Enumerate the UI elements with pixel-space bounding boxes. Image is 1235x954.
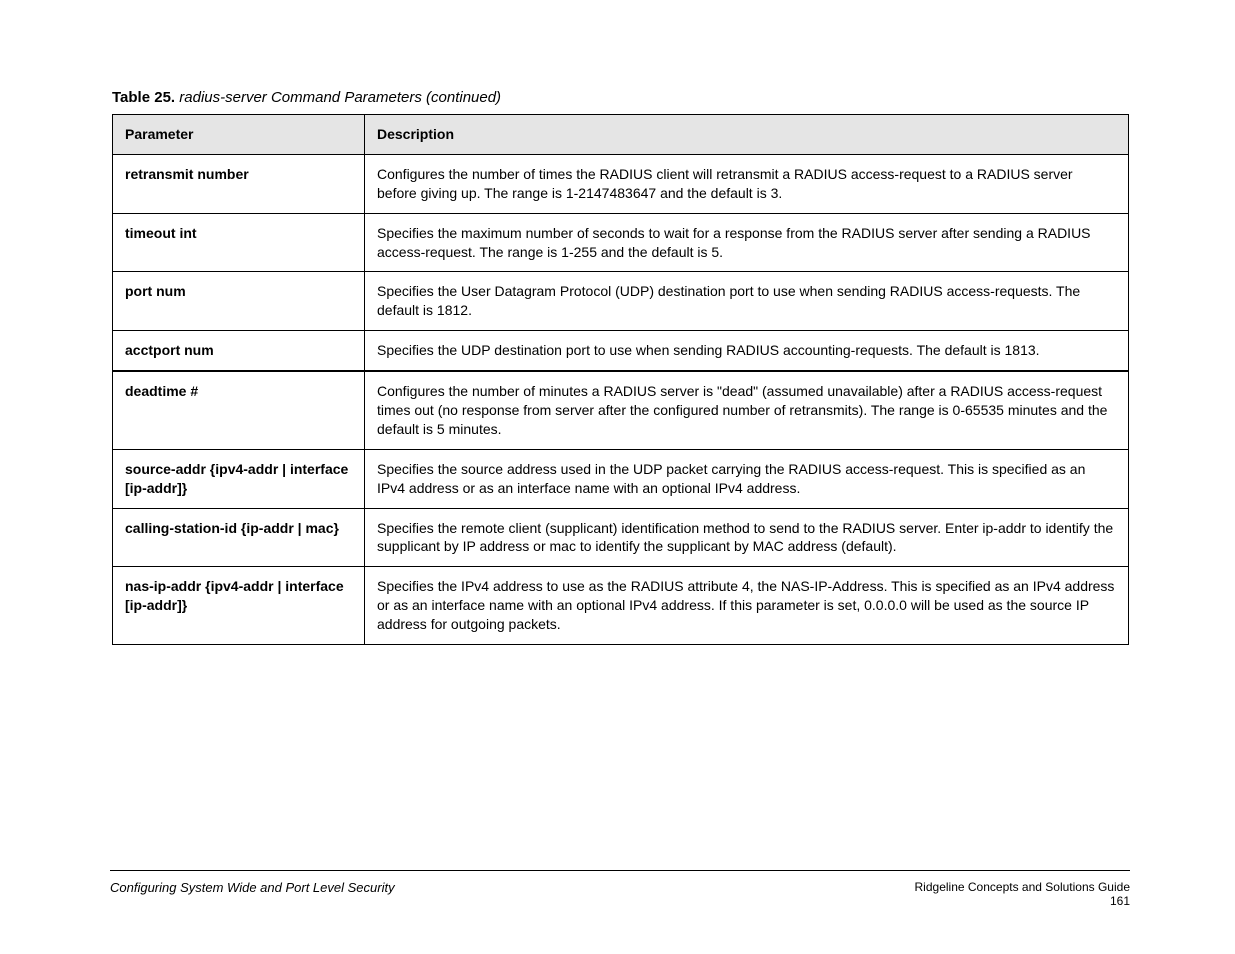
footer-page-number: 161: [915, 894, 1130, 908]
cell-param: port num: [113, 272, 365, 331]
cell-desc: Specifies the UDP destination port to us…: [365, 331, 1129, 371]
table-row: port num Specifies the User Datagram Pro…: [113, 272, 1129, 331]
cell-param: timeout int: [113, 213, 365, 272]
table-row: timeout int Specifies the maximum number…: [113, 213, 1129, 272]
cell-param: source-addr {ipv4-addr | interface [ip-a…: [113, 449, 365, 508]
cell-desc: Configures the number of times the RADIU…: [365, 154, 1129, 213]
col-header-description: Description: [365, 115, 1129, 155]
cell-param: retransmit number: [113, 154, 365, 213]
parameters-table: Parameter Description retransmit number …: [112, 114, 1129, 645]
footer-section-title: Configuring System Wide and Port Level S…: [110, 880, 395, 895]
cell-desc: Configures the number of minutes a RADIU…: [365, 371, 1129, 449]
table-row: calling-station-id {ip-addr | mac} Speci…: [113, 508, 1129, 567]
cell-desc: Specifies the maximum number of seconds …: [365, 213, 1129, 272]
page: Table 25. radius-server Command Paramete…: [0, 0, 1235, 954]
table-row: source-addr {ipv4-addr | interface [ip-a…: [113, 449, 1129, 508]
table-row: deadtime # Configures the number of minu…: [113, 371, 1129, 449]
table-row: nas-ip-addr {ipv4-addr | interface [ip-a…: [113, 567, 1129, 645]
footer-right-block: Ridgeline Concepts and Solutions Guide 1…: [915, 880, 1130, 908]
cell-desc: Specifies the remote client (supplicant)…: [365, 508, 1129, 567]
table-caption: Table 25. radius-server Command Paramete…: [112, 89, 501, 106]
table-caption-prefix: Table 25.: [112, 89, 175, 106]
cell-desc: Specifies the User Datagram Protocol (UD…: [365, 272, 1129, 331]
footer-guide-title: Ridgeline Concepts and Solutions Guide: [915, 880, 1130, 894]
cell-param: nas-ip-addr {ipv4-addr | interface [ip-a…: [113, 567, 365, 645]
table-header-row: Parameter Description: [113, 115, 1129, 155]
cell-param: acctport num: [113, 331, 365, 371]
footer-rule: [110, 870, 1130, 871]
col-header-parameter: Parameter: [113, 115, 365, 155]
cell-param: deadtime #: [113, 371, 365, 449]
table-caption-text: radius-server Command Parameters (contin…: [179, 89, 501, 106]
table-row: acctport num Specifies the UDP destinati…: [113, 331, 1129, 371]
table-row: retransmit number Configures the number …: [113, 154, 1129, 213]
cell-desc: Specifies the source address used in the…: [365, 449, 1129, 508]
cell-desc: Specifies the IPv4 address to use as the…: [365, 567, 1129, 645]
cell-param: calling-station-id {ip-addr | mac}: [113, 508, 365, 567]
